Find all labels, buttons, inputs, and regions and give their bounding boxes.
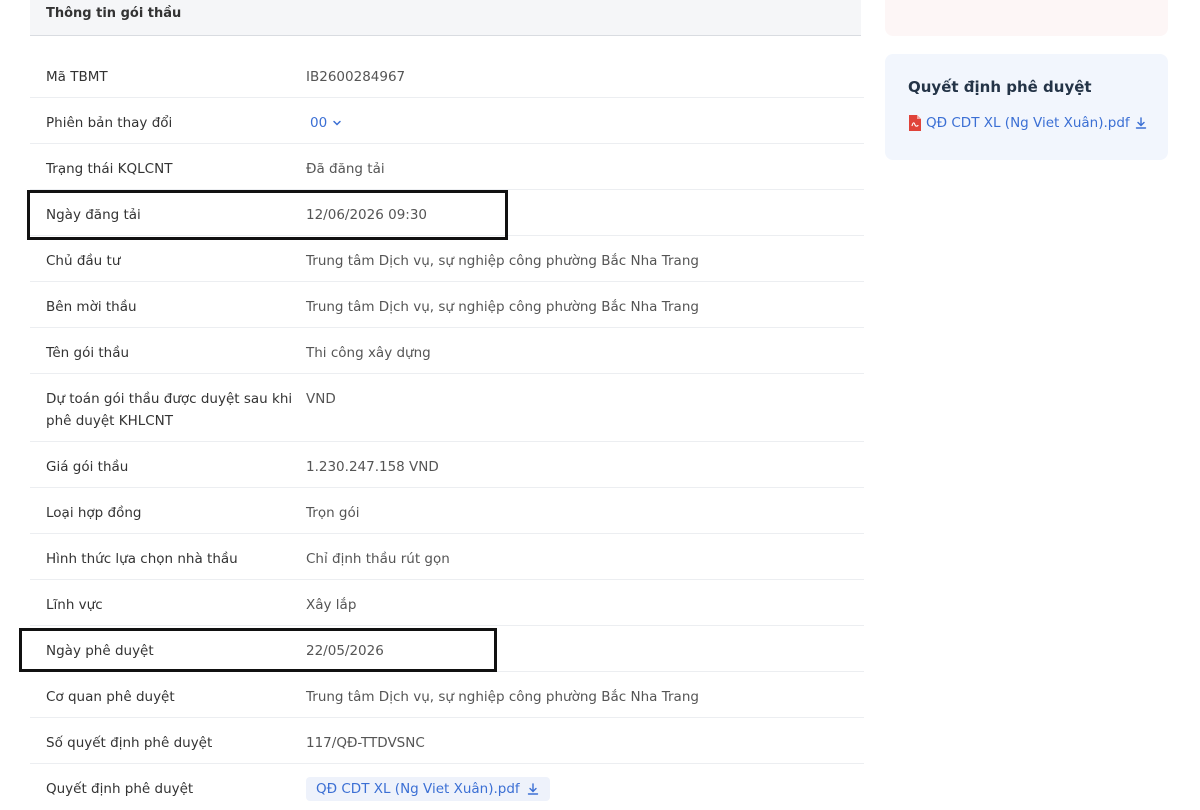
row-decision-number: Số quyết định phê duyệt 117/QĐ-TTDVSNC (30, 718, 864, 764)
row-value: VND (306, 391, 336, 407)
row-label: Phiên bản thay đổi (46, 115, 173, 131)
row-value: 1.230.247.158 VND (306, 459, 439, 475)
row-value: Trung tâm Dịch vụ, sự nghiệp công phường… (306, 253, 699, 269)
row-value: Trung tâm Dịch vụ, sự nghiệp công phường… (306, 299, 699, 315)
card-file-link[interactable]: QĐ CDT XL (Ng Viet Xuân).pdf (908, 114, 1148, 132)
download-icon (1135, 117, 1146, 129)
file-name: QĐ CDT XL (Ng Viet Xuân).pdf (316, 781, 520, 797)
row-value: 117/QĐ-TTDVSNC (306, 735, 425, 751)
row-label: Tên gói thầu (46, 345, 130, 361)
row-label: Số quyết định phê duyệt (46, 735, 213, 751)
row-value: Xây lắp (306, 597, 357, 613)
row-label: Ngày phê duyệt (46, 643, 154, 659)
row-field: Lĩnh vực Xây lắp (30, 580, 864, 626)
row-inviter: Bên mời thầu Trung tâm Dịch vụ, sự nghiệ… (30, 282, 864, 328)
row-label: Mã TBMT (46, 69, 108, 85)
row-version: Phiên bản thay đổi 00 (30, 98, 864, 144)
row-value: Thi công xây dựng (306, 345, 431, 361)
section-header: Thông tin gói thầu (30, 0, 861, 36)
row-price: Giá gói thầu 1.230.247.158 VND (30, 442, 864, 488)
info-table: Mã TBMT IB2600284967 Phiên bản thay đổi … (30, 52, 864, 810)
row-label: Lĩnh vực (46, 597, 103, 613)
chevron-down-icon (333, 120, 341, 126)
row-package-name: Tên gói thầu Thi công xây dựng (30, 328, 864, 374)
row-value: QĐ CDT XL (Ng Viet Xuân).pdf (306, 777, 856, 801)
row-label: Giá gói thầu (46, 459, 129, 475)
row-value: IB2600284967 (306, 69, 406, 85)
pdf-icon (909, 115, 921, 131)
row-decision-file: Quyết định phê duyệt QĐ CDT XL (Ng Viet … (30, 764, 864, 810)
row-label: Chủ đầu tư (46, 253, 121, 269)
row-selection-method: Hình thức lựa chọn nhà thầu Chỉ định thầ… (30, 534, 864, 580)
row-tbmt: Mã TBMT IB2600284967 (30, 52, 864, 98)
row-approval-agency: Cơ quan phê duyệt Trung tâm Dịch vụ, sự … (30, 672, 864, 718)
version-dropdown[interactable]: 00 (310, 112, 860, 134)
card-file-name: QĐ CDT XL (Ng Viet Xuân).pdf (926, 115, 1130, 131)
version-value: 00 (310, 115, 328, 131)
right-top-card (885, 0, 1168, 36)
row-approval-date: Ngày phê duyệt 22/05/2026 (30, 626, 864, 672)
row-label: Trạng thái KQLCNT (46, 161, 173, 177)
row-value: Trung tâm Dịch vụ, sự nghiệp công phường… (306, 689, 699, 705)
row-value: Trọn gói (306, 505, 360, 521)
card-title: Quyết định phê duyệt (908, 78, 1092, 96)
row-post-date: Ngày đăng tải 12/06/2026 09:30 (30, 190, 864, 236)
row-value: Chỉ định thầu rút gọn (306, 551, 450, 567)
row-value: 12/06/2026 09:30 (306, 207, 428, 223)
row-estimate: Dự toán gói thầu được duyệt sau khi phê … (30, 374, 864, 442)
row-label: Dự toán gói thầu được duyệt sau khi phê … (46, 391, 293, 429)
decision-file-link[interactable]: QĐ CDT XL (Ng Viet Xuân).pdf (306, 777, 550, 801)
approval-decision-card: Quyết định phê duyệt QĐ CDT XL (Ng Viet … (885, 54, 1168, 160)
row-value: Đã đăng tải (306, 161, 385, 177)
row-label: Ngày đăng tải (46, 207, 141, 223)
row-label: Bên mời thầu (46, 299, 137, 315)
download-icon (527, 783, 538, 795)
row-label: Cơ quan phê duyệt (46, 689, 175, 705)
row-label: Hình thức lựa chọn nhà thầu (46, 551, 238, 567)
section-title: Thông tin gói thầu (46, 6, 182, 21)
row-label: Quyết định phê duyệt (46, 781, 194, 797)
row-investor: Chủ đầu tư Trung tâm Dịch vụ, sự nghiệp … (30, 236, 864, 282)
row-contract-type: Loại hợp đồng Trọn gói (30, 488, 864, 534)
row-label: Loại hợp đồng (46, 505, 142, 521)
row-status: Trạng thái KQLCNT Đã đăng tải (30, 144, 864, 190)
row-value: 22/05/2026 (306, 643, 384, 659)
